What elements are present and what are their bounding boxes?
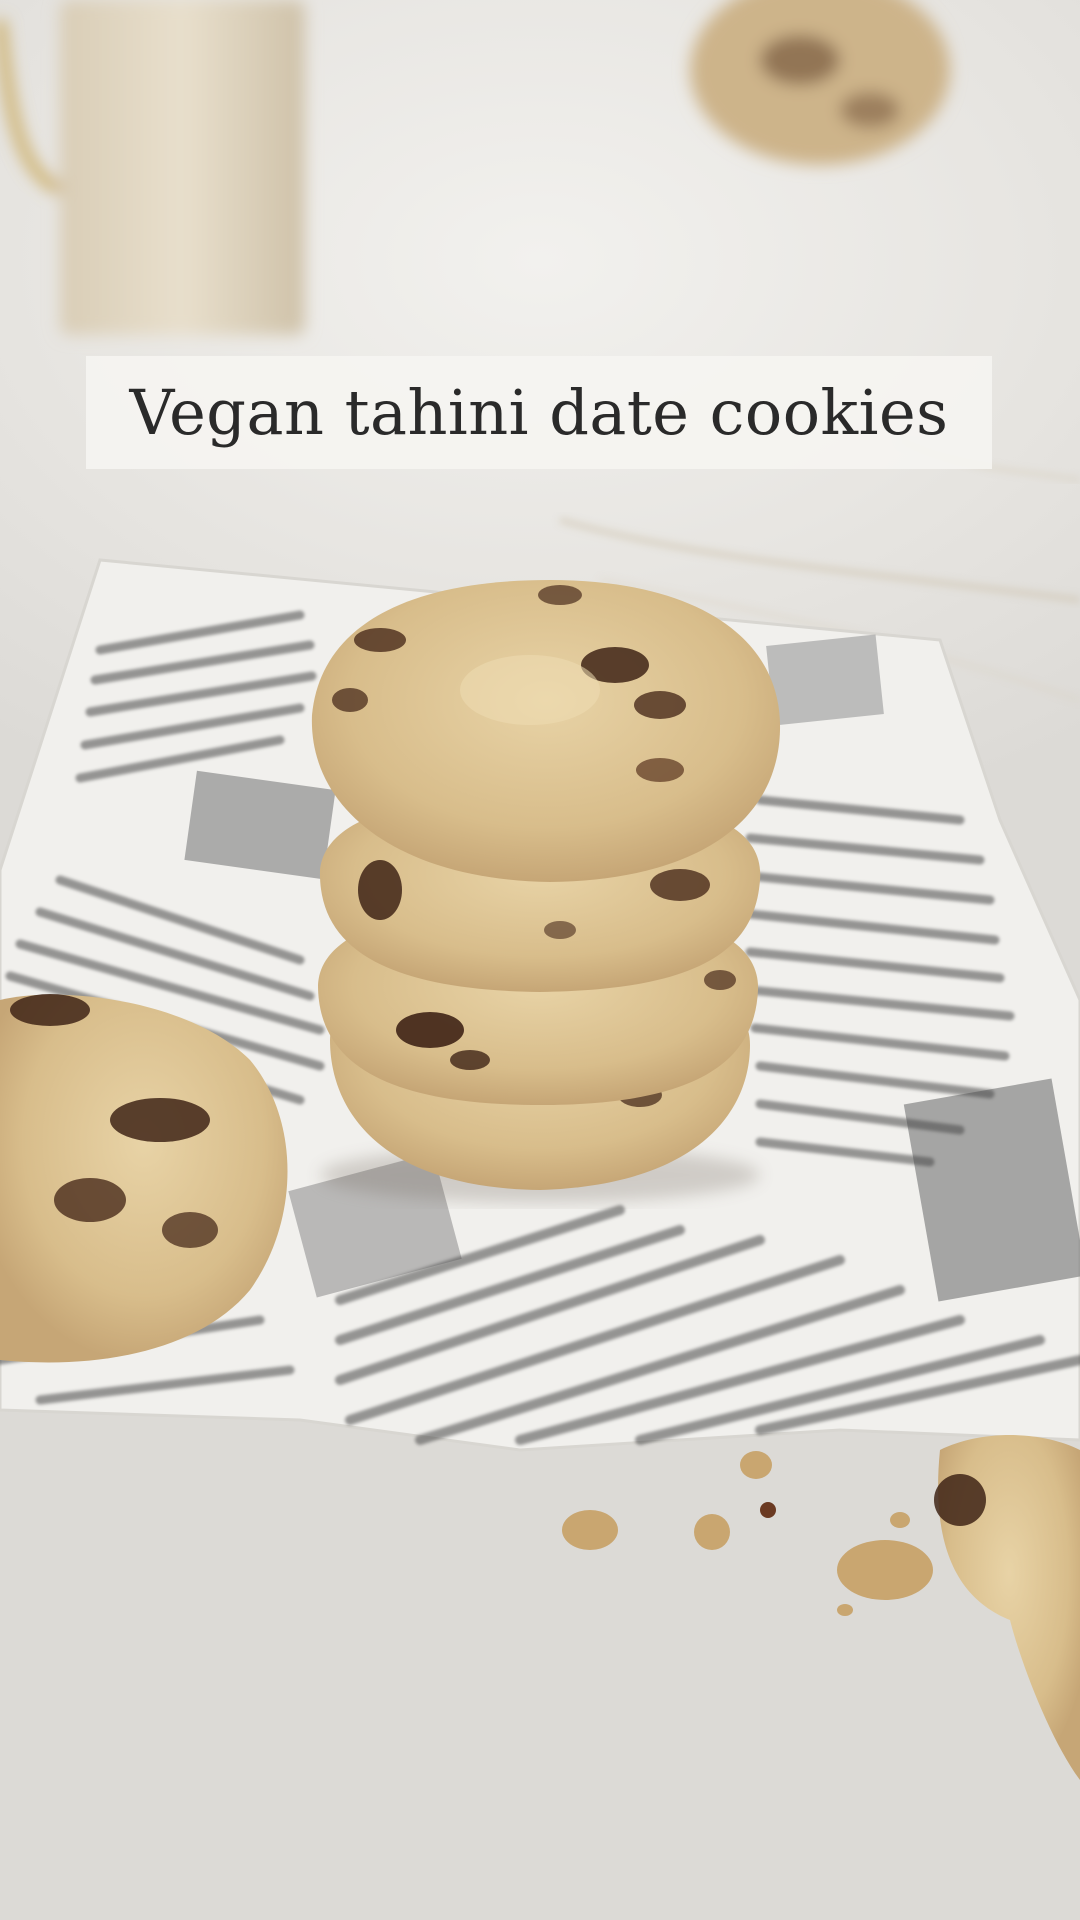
cookie-photo: [0, 0, 1080, 1780]
photo-frame: Vegan tahini date cookies: [0, 0, 1080, 1920]
background-jug: [0, 0, 305, 335]
cookie-top: [311, 580, 781, 882]
cookie-crumbs: [562, 1451, 933, 1616]
title-banner: Vegan tahini date cookies: [86, 356, 992, 469]
cookie-stack: [311, 580, 781, 1190]
cookie-broken: [934, 1435, 1080, 1780]
background-cookie-jar: [690, 0, 950, 165]
video-title: Vegan tahini date cookies: [129, 376, 949, 449]
